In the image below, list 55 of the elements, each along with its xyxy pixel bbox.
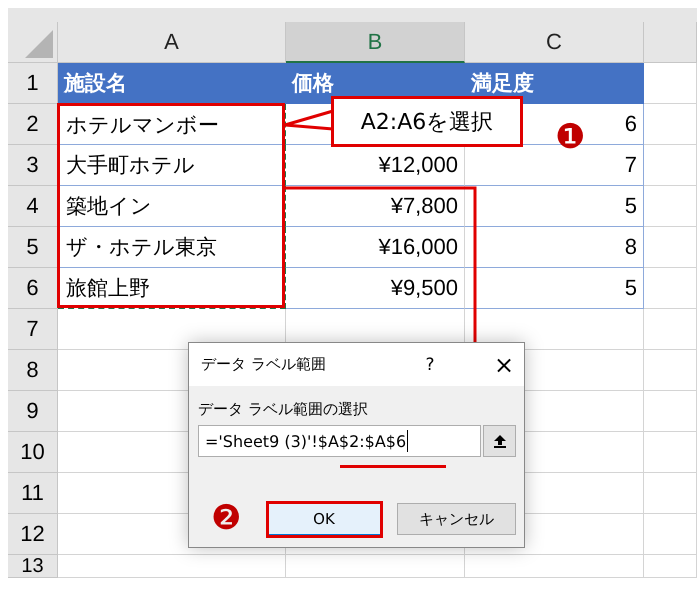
row-header[interactable]: 6 (8, 268, 58, 309)
table-cell: ザ・ホテル東京 (58, 227, 286, 268)
row-header[interactable]: 7 (8, 309, 58, 350)
column-header[interactable]: C (465, 22, 644, 63)
table-cell: 大手町ホテル (58, 145, 286, 186)
table-cell: ¥9,500 (286, 268, 465, 309)
table-cell: ¥7,800 (286, 186, 465, 227)
table-cell: ホテルマンボー (58, 104, 286, 145)
table-cell (644, 227, 697, 268)
table-cell (644, 186, 697, 227)
dialog-title: データ ラベル範囲 (201, 355, 327, 374)
row-header[interactable]: 3 (8, 145, 58, 186)
input-field[interactable]: ='Sheet9 (3)'!$A$2:$A$6 (198, 425, 481, 457)
table-cell: 5 (465, 268, 644, 309)
help-button[interactable]: ? (410, 354, 450, 374)
table-cell (644, 514, 697, 555)
ok-button[interactable]: OK (267, 503, 381, 535)
row-header[interactable]: 13 (8, 555, 58, 578)
table-cell: ¥16,000 (286, 227, 465, 268)
field-label: データ ラベル範囲の選択 (198, 400, 369, 419)
table-cell (644, 432, 697, 473)
column-header[interactable] (644, 22, 697, 63)
step-number: ❷ (211, 501, 242, 535)
row-header[interactable]: 2 (8, 104, 58, 145)
table-cell (644, 555, 697, 578)
row-header[interactable]: 4 (8, 186, 58, 227)
row-header[interactable]: 1 (8, 63, 58, 104)
header-cell: 満足度 (465, 63, 644, 104)
header-cell: 施設名 (58, 63, 286, 104)
table-cell (644, 350, 697, 391)
table-cell (644, 473, 697, 514)
row-header[interactable]: 8 (8, 350, 58, 391)
row-header[interactable]: 11 (8, 473, 58, 514)
cancel-button[interactable]: キャンセル (397, 503, 516, 535)
table-cell (644, 145, 697, 186)
table-cell: 築地イン (58, 186, 286, 227)
table-cell (644, 63, 697, 104)
table-cell (644, 104, 697, 145)
row-header[interactable]: 10 (8, 432, 58, 473)
table-cell (644, 391, 697, 432)
row-header[interactable]: 12 (8, 514, 58, 555)
collapse-button[interactable] (483, 425, 516, 457)
column-header[interactable]: B (286, 22, 465, 63)
select-all-icon[interactable] (25, 30, 53, 58)
close-button[interactable]: × (484, 350, 524, 378)
callout-text: A2:A6を選択 (331, 96, 523, 147)
table-cell: 旅館上野 (58, 268, 286, 309)
column-header[interactable]: A (58, 22, 286, 63)
upload-icon (492, 434, 506, 448)
row-header[interactable]: 5 (8, 227, 58, 268)
table-cell (644, 309, 697, 350)
table-cell: 8 (465, 227, 644, 268)
table-cell: 5 (465, 186, 644, 227)
table-cell (644, 268, 697, 309)
row-header[interactable]: 9 (8, 391, 58, 432)
